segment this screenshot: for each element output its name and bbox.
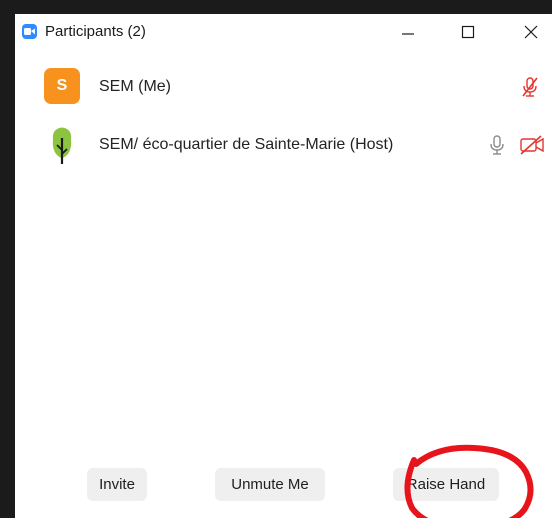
maximize-icon [461,25,475,39]
unmute-me-button[interactable]: Unmute Me [215,468,325,501]
avatar [44,126,80,164]
video-off-icon[interactable] [519,134,545,161]
zoom-camera-icon [22,24,37,39]
window-title: Participants (2) [45,23,146,40]
maximize-button[interactable] [445,14,491,50]
participant-row[interactable]: S SEM (Me) [15,63,552,113]
participant-name: SEM (Me) [99,78,171,95]
minimize-icon [402,33,414,35]
tree-logo-icon [52,127,72,164]
minimize-button[interactable] [385,14,431,50]
invite-button[interactable]: Invite [87,468,147,501]
participant-row[interactable]: SEM/ éco-quartier de Sainte-Marie (Host) [15,121,552,171]
close-button[interactable] [508,14,552,50]
participant-name: SEM/ éco-quartier de Sainte-Marie (Host) [99,136,394,153]
title-bar: Participants (2) [15,14,552,50]
mic-icon[interactable] [489,134,505,161]
desktop-backdrop: Participants (2) S SEM (Me) SEM/ éco-qua… [0,0,552,518]
participants-window: Participants (2) S SEM (Me) SEM/ éco-qua… [15,14,552,518]
raise-hand-button[interactable]: Raise Hand [393,468,499,501]
muted-mic-icon[interactable] [520,76,540,103]
close-icon [524,25,538,39]
avatar-letter: S [56,77,68,94]
avatar: S [44,68,80,104]
